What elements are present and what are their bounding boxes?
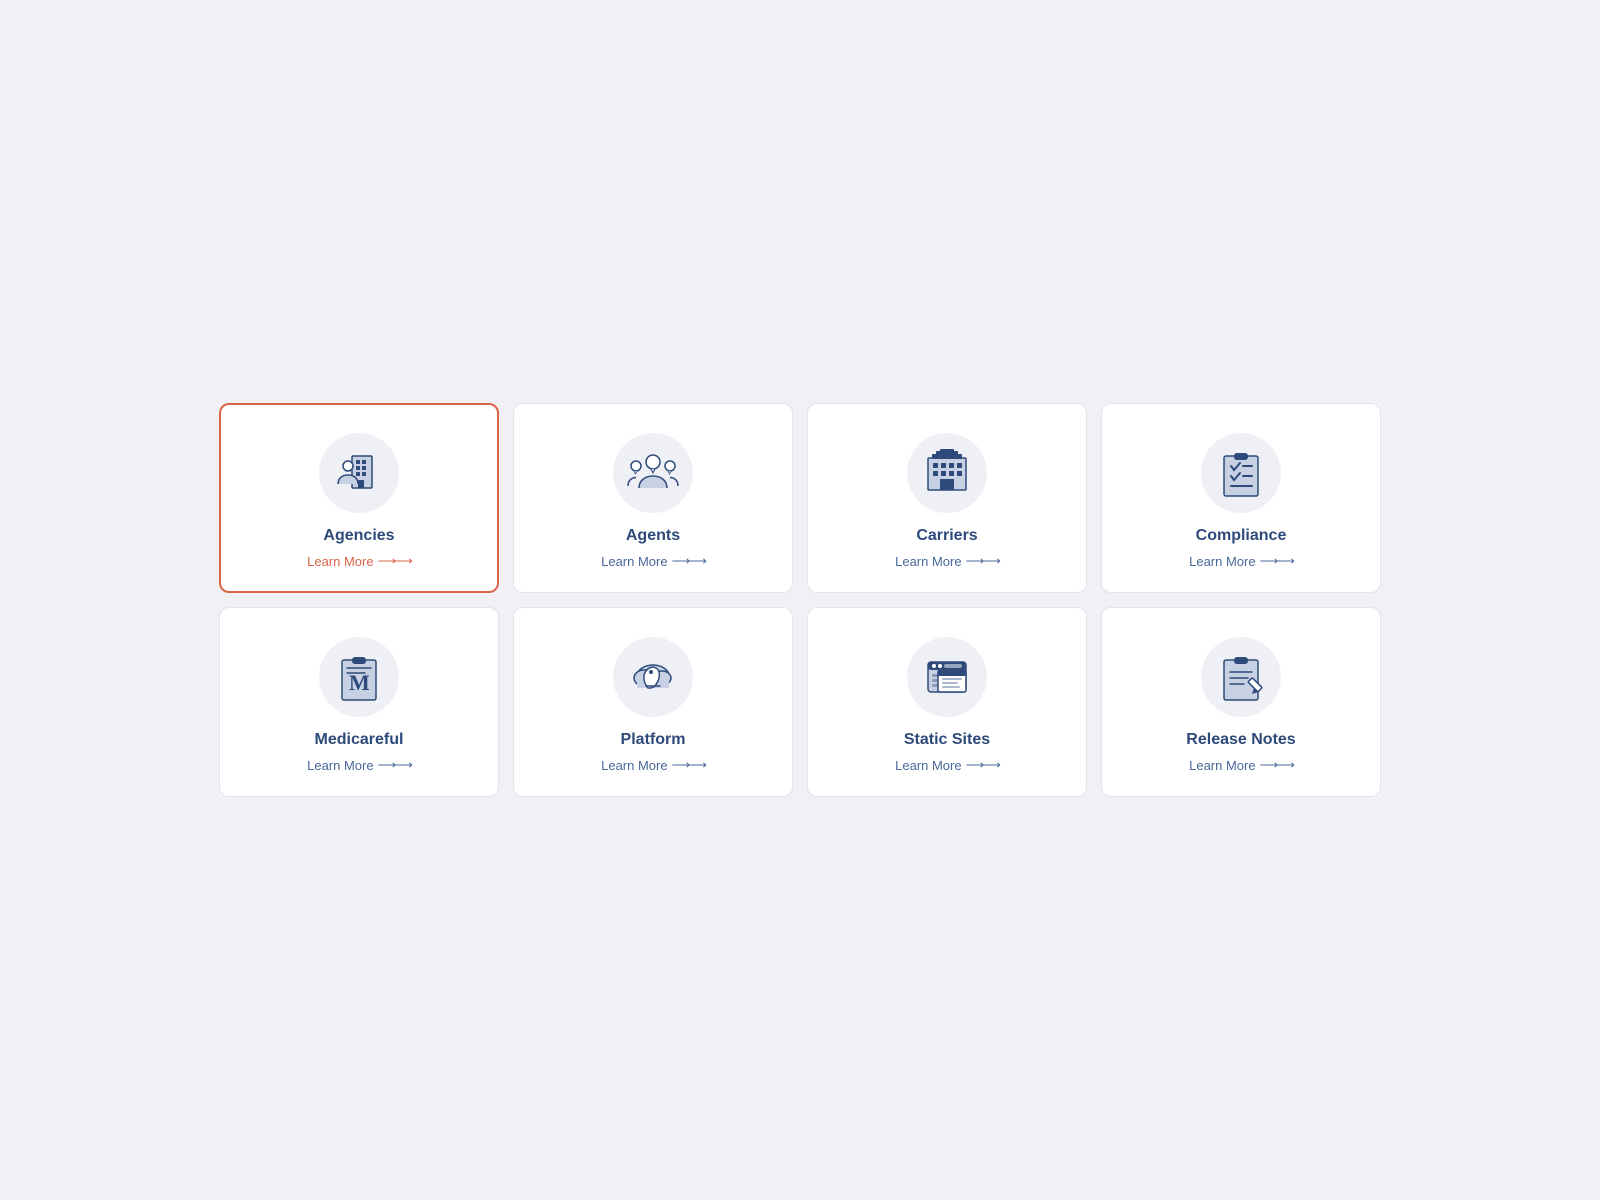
agencies-title: Agencies xyxy=(323,527,394,545)
platform-icon-circle xyxy=(613,637,693,717)
compliance-link[interactable]: Learn More ⟶⟶ xyxy=(1189,553,1293,569)
carriers-arrows: ⟶⟶ xyxy=(966,553,999,569)
card-agencies[interactable]: Agencies Learn More ⟶⟶ xyxy=(219,403,499,593)
agencies-link[interactable]: Learn More ⟶⟶ xyxy=(307,553,411,569)
release-notes-arrows: ⟶⟶ xyxy=(1260,757,1293,773)
card-platform[interactable]: Platform Learn More ⟶⟶ xyxy=(513,607,793,797)
static-sites-icon-circle xyxy=(907,637,987,717)
compliance-title: Compliance xyxy=(1196,527,1287,545)
card-carriers[interactable]: Carriers Learn More ⟶⟶ xyxy=(807,403,1087,593)
static-sites-link-text: Learn More xyxy=(895,758,961,773)
compliance-icon-circle xyxy=(1201,433,1281,513)
medicareful-link[interactable]: Learn More ⟶⟶ xyxy=(307,757,411,773)
agencies-icon-circle xyxy=(319,433,399,513)
compliance-link-text: Learn More xyxy=(1189,554,1255,569)
agents-link[interactable]: Learn More ⟶⟶ xyxy=(601,553,705,569)
compliance-icon xyxy=(1212,444,1270,502)
agents-title: Agents xyxy=(626,527,680,545)
carriers-link[interactable]: Learn More ⟶⟶ xyxy=(895,553,999,569)
agencies-icon xyxy=(330,444,388,502)
carriers-icon xyxy=(918,444,976,502)
release-notes-title: Release Notes xyxy=(1186,731,1295,749)
platform-arrows: ⟶⟶ xyxy=(672,757,705,773)
static-sites-link[interactable]: Learn More ⟶⟶ xyxy=(895,757,999,773)
release-notes-icon-circle xyxy=(1201,637,1281,717)
carriers-icon-circle xyxy=(907,433,987,513)
card-compliance[interactable]: Compliance Learn More ⟶⟶ xyxy=(1101,403,1381,593)
carriers-title: Carriers xyxy=(916,527,977,545)
agents-icon xyxy=(624,444,682,502)
release-notes-link-text: Learn More xyxy=(1189,758,1255,773)
card-release-notes[interactable]: Release Notes Learn More ⟶⟶ xyxy=(1101,607,1381,797)
release-notes-link[interactable]: Learn More ⟶⟶ xyxy=(1189,757,1293,773)
agencies-link-text: Learn More xyxy=(307,554,373,569)
medicareful-arrows: ⟶⟶ xyxy=(378,757,411,773)
static-sites-arrows: ⟶⟶ xyxy=(966,757,999,773)
agencies-arrows: ⟶⟶ xyxy=(378,553,411,569)
card-agents[interactable]: Agents Learn More ⟶⟶ xyxy=(513,403,793,593)
medicareful-title: Medicareful xyxy=(315,731,404,749)
card-static-sites[interactable]: Static Sites Learn More ⟶⟶ xyxy=(807,607,1087,797)
release-notes-icon xyxy=(1212,648,1270,706)
static-sites-title: Static Sites xyxy=(904,731,990,749)
agents-arrows: ⟶⟶ xyxy=(672,553,705,569)
agents-icon-circle xyxy=(613,433,693,513)
platform-link-text: Learn More xyxy=(601,758,667,773)
compliance-arrows: ⟶⟶ xyxy=(1260,553,1293,569)
card-grid: Agencies Learn More ⟶⟶ Agents xyxy=(179,363,1421,837)
platform-icon xyxy=(624,648,682,706)
agents-link-text: Learn More xyxy=(601,554,667,569)
static-sites-icon xyxy=(918,648,976,706)
medicareful-icon: M xyxy=(330,648,388,706)
platform-title: Platform xyxy=(621,731,686,749)
card-medicareful[interactable]: M Medicareful Learn More ⟶⟶ xyxy=(219,607,499,797)
carriers-link-text: Learn More xyxy=(895,554,961,569)
platform-link[interactable]: Learn More ⟶⟶ xyxy=(601,757,705,773)
medicareful-link-text: Learn More xyxy=(307,758,373,773)
medicareful-icon-circle: M xyxy=(319,637,399,717)
